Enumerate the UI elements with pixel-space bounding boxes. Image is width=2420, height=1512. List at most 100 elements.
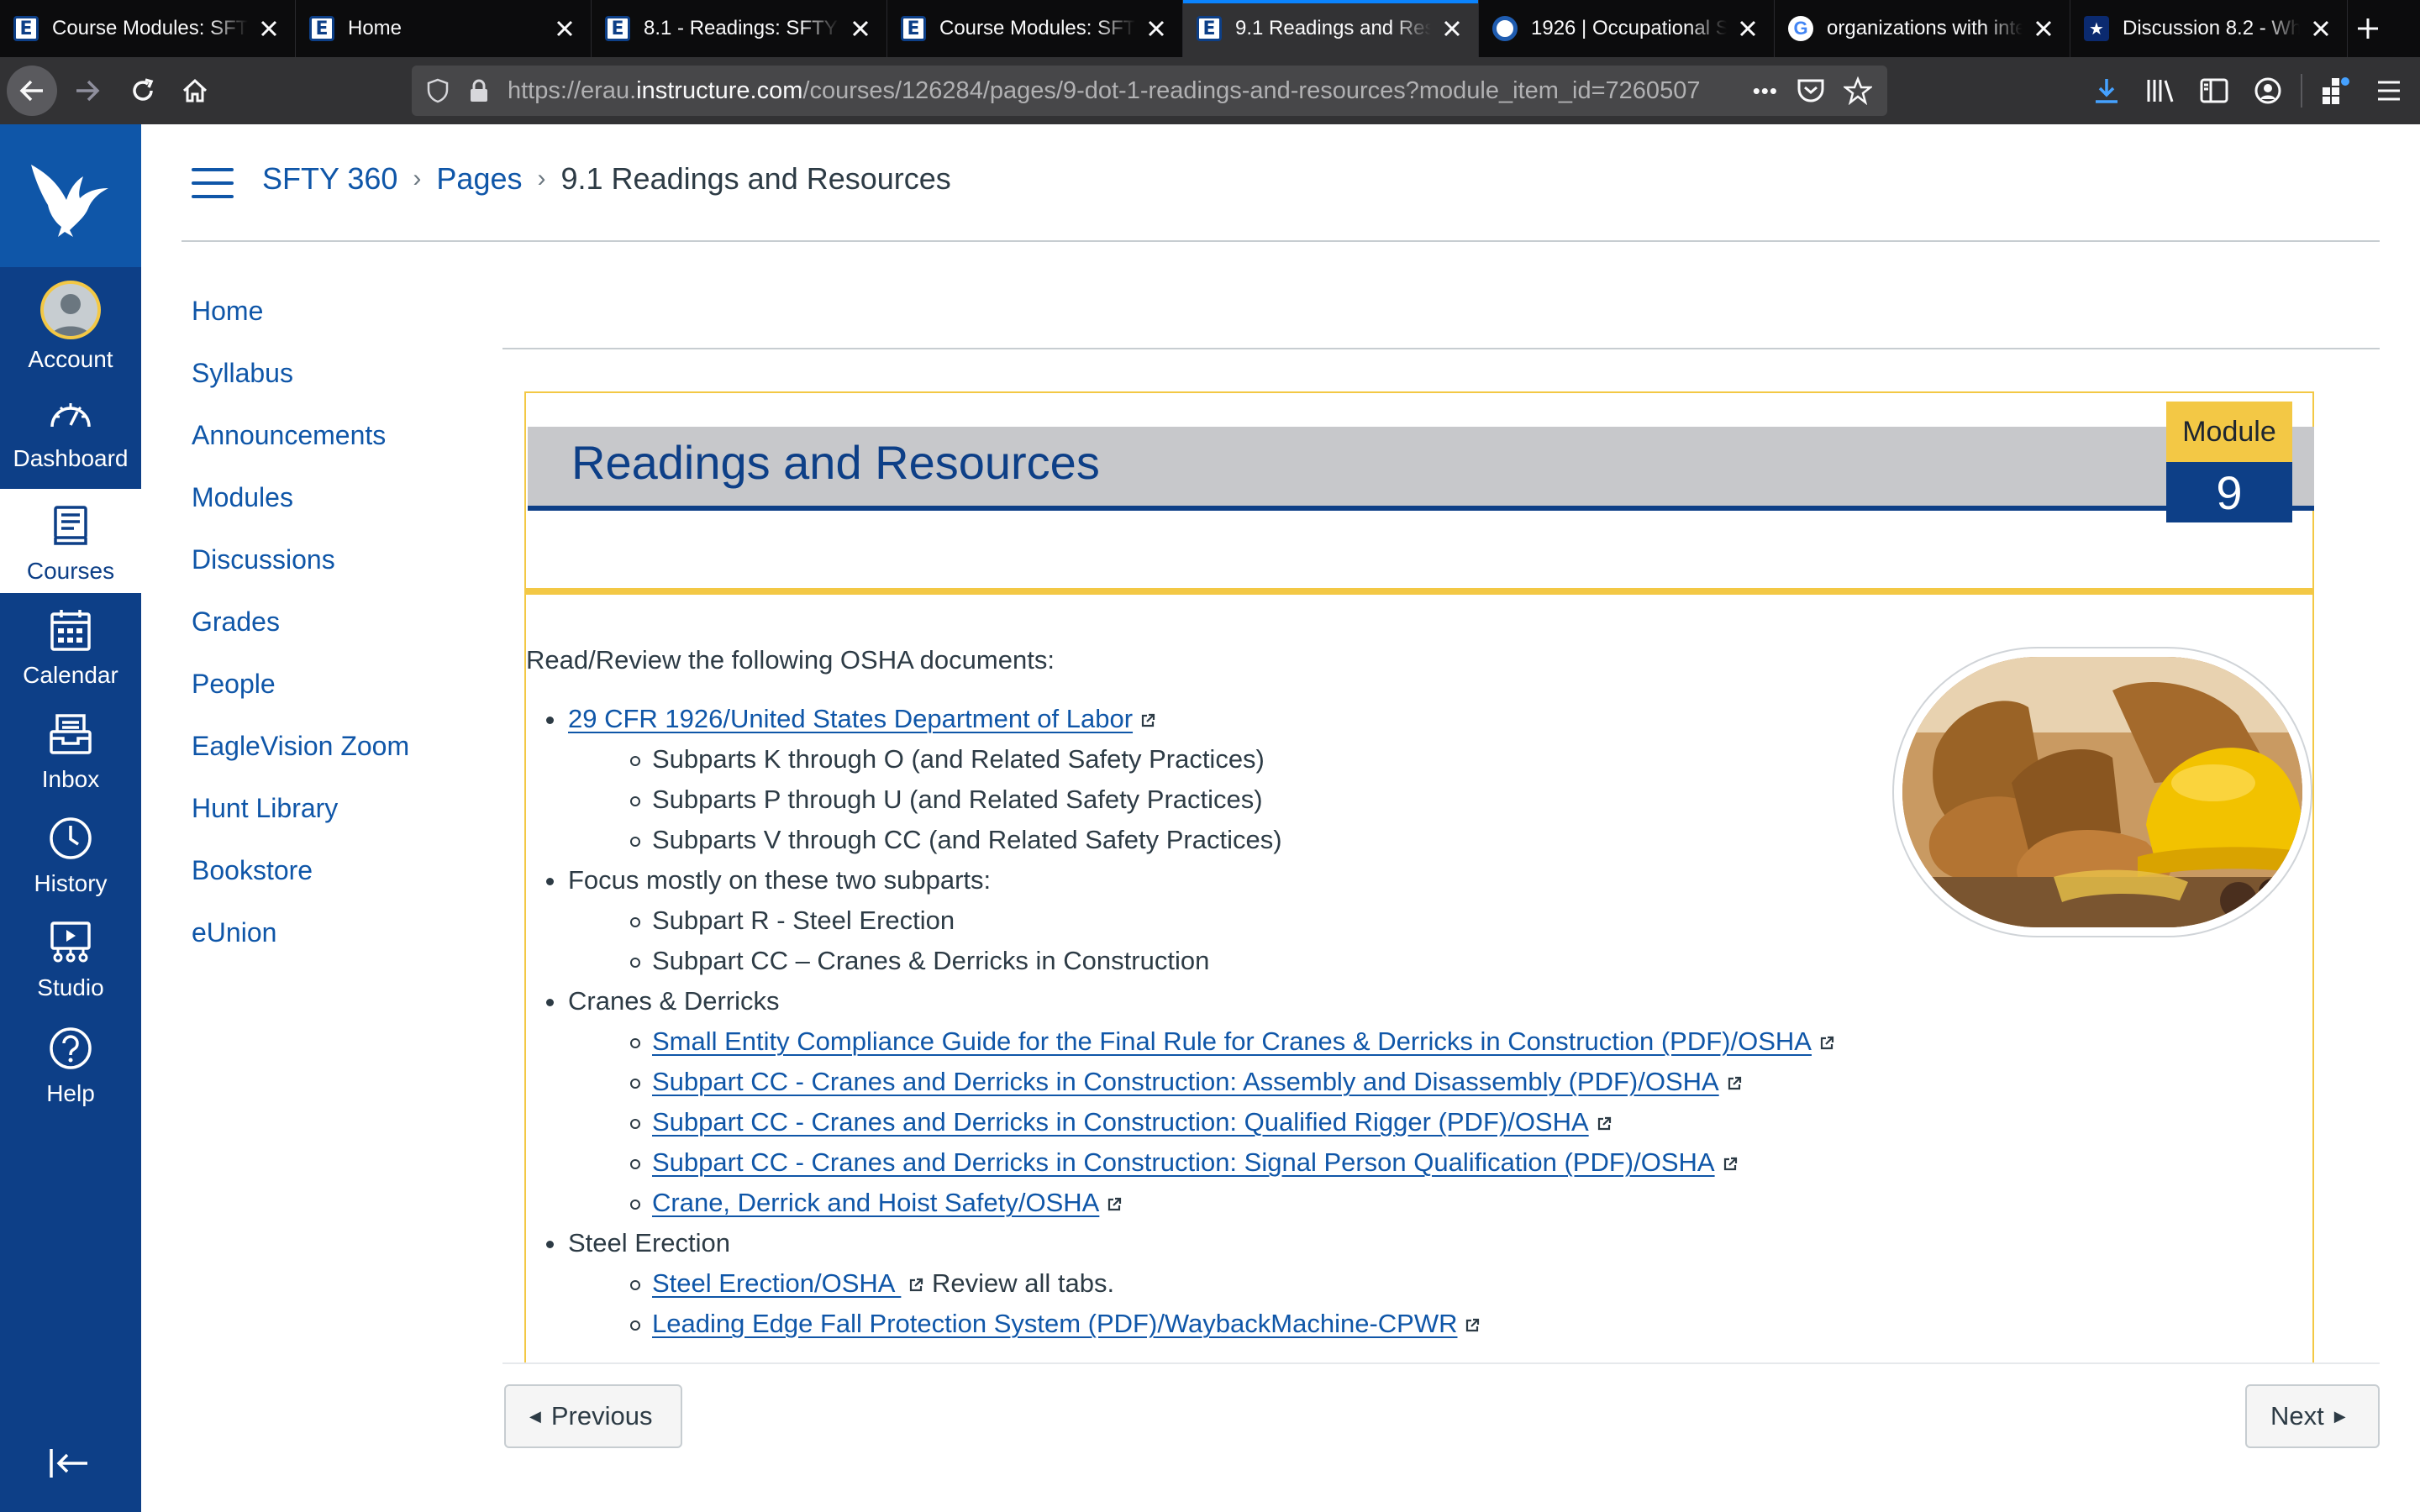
qualified-rigger-link[interactable]: Subpart CC - Cranes and Derricks in Cons… xyxy=(652,1107,1589,1137)
url-text[interactable]: https://erau.instructure.com/courses/126… xyxy=(508,77,1753,105)
download-icon xyxy=(2096,79,2118,103)
close-icon[interactable] xyxy=(1439,16,1465,41)
calendar-icon xyxy=(45,605,96,655)
course-nav-announcements[interactable]: Announcements xyxy=(192,417,460,479)
list-item: Leading Edge Fall Protection System (PDF… xyxy=(568,1304,2312,1344)
global-nav-courses[interactable]: Courses xyxy=(0,489,141,593)
external-link-icon xyxy=(1723,1157,1737,1171)
back-button[interactable] xyxy=(7,66,57,116)
profile-icon xyxy=(2254,77,2281,104)
close-icon[interactable] xyxy=(2031,16,2056,41)
course-nav-eaglevision-zoom[interactable]: EagleVision Zoom xyxy=(192,727,460,790)
previous-button[interactable]: ◀ Previous xyxy=(504,1384,682,1448)
crane-hoist-safety-link[interactable]: Crane, Derrick and Hoist Safety/OSHA xyxy=(652,1188,1099,1217)
lock-icon[interactable] xyxy=(469,78,489,103)
external-link-icon xyxy=(1597,1116,1611,1131)
module-number: 9 xyxy=(2166,462,2292,522)
shield-icon[interactable] xyxy=(427,78,449,103)
small-entity-guide-link[interactable]: Small Entity Compliance Guide for the Fi… xyxy=(652,1026,1812,1056)
close-icon[interactable] xyxy=(1735,16,1760,41)
downloads-button[interactable] xyxy=(2086,70,2128,112)
browser-tab[interactable]: ★ Discussion 8.2 - Which xyxy=(2070,0,2348,57)
course-nav-bookstore[interactable]: Bookstore xyxy=(192,852,460,914)
extensions-button[interactable] xyxy=(2314,70,2356,112)
collapse-nav-button[interactable] xyxy=(45,1438,96,1488)
extensions-icon xyxy=(2323,77,2349,104)
home-button[interactable] xyxy=(170,66,220,116)
close-icon[interactable] xyxy=(2308,16,2333,41)
bookmark-star-icon[interactable] xyxy=(1844,76,1872,105)
browser-tab[interactable]: E Course Modules: SFTY 360 xyxy=(887,0,1183,57)
course-nav-eunion[interactable]: eUnion xyxy=(192,914,460,976)
steel-erection-link[interactable]: Steel Erection/OSHA xyxy=(652,1268,901,1298)
browser-tab-title: 9.1 Readings and Resources xyxy=(1235,17,1431,39)
sidebar-button[interactable] xyxy=(2193,70,2235,112)
external-link-icon xyxy=(910,1278,923,1292)
cfr-1926-link[interactable]: 29 CFR 1926/United States Department of … xyxy=(568,704,1133,733)
close-icon[interactable] xyxy=(552,16,577,41)
breadcrumb-pages[interactable]: Pages xyxy=(436,161,522,197)
course-nav-hunt-library[interactable]: Hunt Library xyxy=(192,790,460,852)
module-label: Module xyxy=(2166,402,2292,462)
browser-tab-active[interactable]: E 9.1 Readings and Resources xyxy=(1183,0,1479,57)
library-button[interactable] xyxy=(2139,70,2181,112)
course-nav-people[interactable]: People xyxy=(192,665,460,727)
global-nav-studio[interactable]: Studio xyxy=(0,906,141,1010)
browser-tab[interactable]: G organizations with interest xyxy=(1775,0,2070,57)
sub-list: Subparts K through O (and Related Safety… xyxy=(568,739,2312,860)
browser-tab[interactable]: E Home xyxy=(296,0,592,57)
account-button[interactable] xyxy=(2247,70,2289,112)
course-nav-discussions[interactable]: Discussions xyxy=(192,541,460,603)
close-icon[interactable] xyxy=(1144,16,1169,41)
browser-tab[interactable]: 1926 | Occupational Safety xyxy=(1479,0,1775,57)
signal-person-link[interactable]: Subpart CC - Cranes and Derricks in Cons… xyxy=(652,1147,1715,1177)
course-nav-modules[interactable]: Modules xyxy=(192,479,460,541)
global-nav-calendar[interactable]: Calendar xyxy=(0,593,141,697)
new-tab-button[interactable] xyxy=(2348,0,2388,57)
browser-tab-title: 8.1 - Readings: SFTY 360 xyxy=(644,17,839,39)
breadcrumb-course[interactable]: SFTY 360 xyxy=(262,161,397,197)
caret-left-icon: ◀ xyxy=(529,1407,541,1425)
global-nav-inbox[interactable]: Inbox xyxy=(0,697,141,801)
browser-tab-title: organizations with interest xyxy=(1827,17,2023,39)
external-link-icon xyxy=(1141,713,1155,727)
global-navigation: Account Dashboard Courses Calendar Inbox… xyxy=(0,124,141,1512)
page-actions-button[interactable]: ••• xyxy=(1753,78,1778,104)
e-icon: E xyxy=(605,16,630,41)
next-button[interactable]: Next ▶ xyxy=(2245,1384,2380,1448)
global-nav-label: Studio xyxy=(37,974,104,1000)
list-item: Subpart R - Steel Erection xyxy=(568,900,2312,941)
assembly-disassembly-link[interactable]: Subpart CC - Cranes and Derricks in Cons… xyxy=(652,1067,1719,1096)
browser-tab-title: Course Modules: SFTY 360 xyxy=(939,17,1135,39)
forward-button[interactable] xyxy=(62,66,113,116)
erau-eagle-logo[interactable] xyxy=(0,124,141,267)
next-label: Next xyxy=(2270,1401,2324,1431)
intro-text: Read/Review the following OSHA documents… xyxy=(526,645,1055,675)
e-icon: E xyxy=(1197,16,1222,41)
browser-tab[interactable]: E Course Modules: SFTY 360 xyxy=(0,0,296,57)
dashboard-gauge-icon xyxy=(45,388,96,438)
arrow-left-icon xyxy=(19,80,43,102)
reload-button[interactable] xyxy=(118,66,168,116)
module-badge: Module 9 xyxy=(2166,402,2292,522)
browser-tab[interactable]: E 8.1 - Readings: SFTY 360 xyxy=(592,0,887,57)
url-bar[interactable]: https://erau.instructure.com/courses/126… xyxy=(412,66,1887,116)
toolbar-separator xyxy=(2301,74,2302,108)
list-item: Small Entity Compliance Guide for the Fi… xyxy=(568,1021,2312,1062)
pocket-icon[interactable] xyxy=(1797,77,1825,104)
course-nav-syllabus[interactable]: Syllabus xyxy=(192,354,460,417)
global-nav-dashboard[interactable]: Dashboard xyxy=(0,376,141,480)
close-icon[interactable] xyxy=(256,16,281,41)
list-item: Subpart CC – Cranes & Derricks in Constr… xyxy=(568,941,2312,981)
menu-button[interactable] xyxy=(2368,70,2410,112)
course-nav-home[interactable]: Home xyxy=(192,292,460,354)
global-nav-label: Account xyxy=(28,346,113,372)
leading-edge-link[interactable]: Leading Edge Fall Protection System (PDF… xyxy=(652,1309,1457,1338)
steel-note: Review all tabs. xyxy=(924,1268,1115,1298)
global-nav-history[interactable]: History xyxy=(0,801,141,906)
course-nav-grades[interactable]: Grades xyxy=(192,603,460,665)
course-menu-toggle[interactable] xyxy=(192,168,234,198)
global-nav-account[interactable]: Account xyxy=(0,269,141,373)
global-nav-help[interactable]: Help xyxy=(0,1011,141,1116)
close-icon[interactable] xyxy=(848,16,873,41)
